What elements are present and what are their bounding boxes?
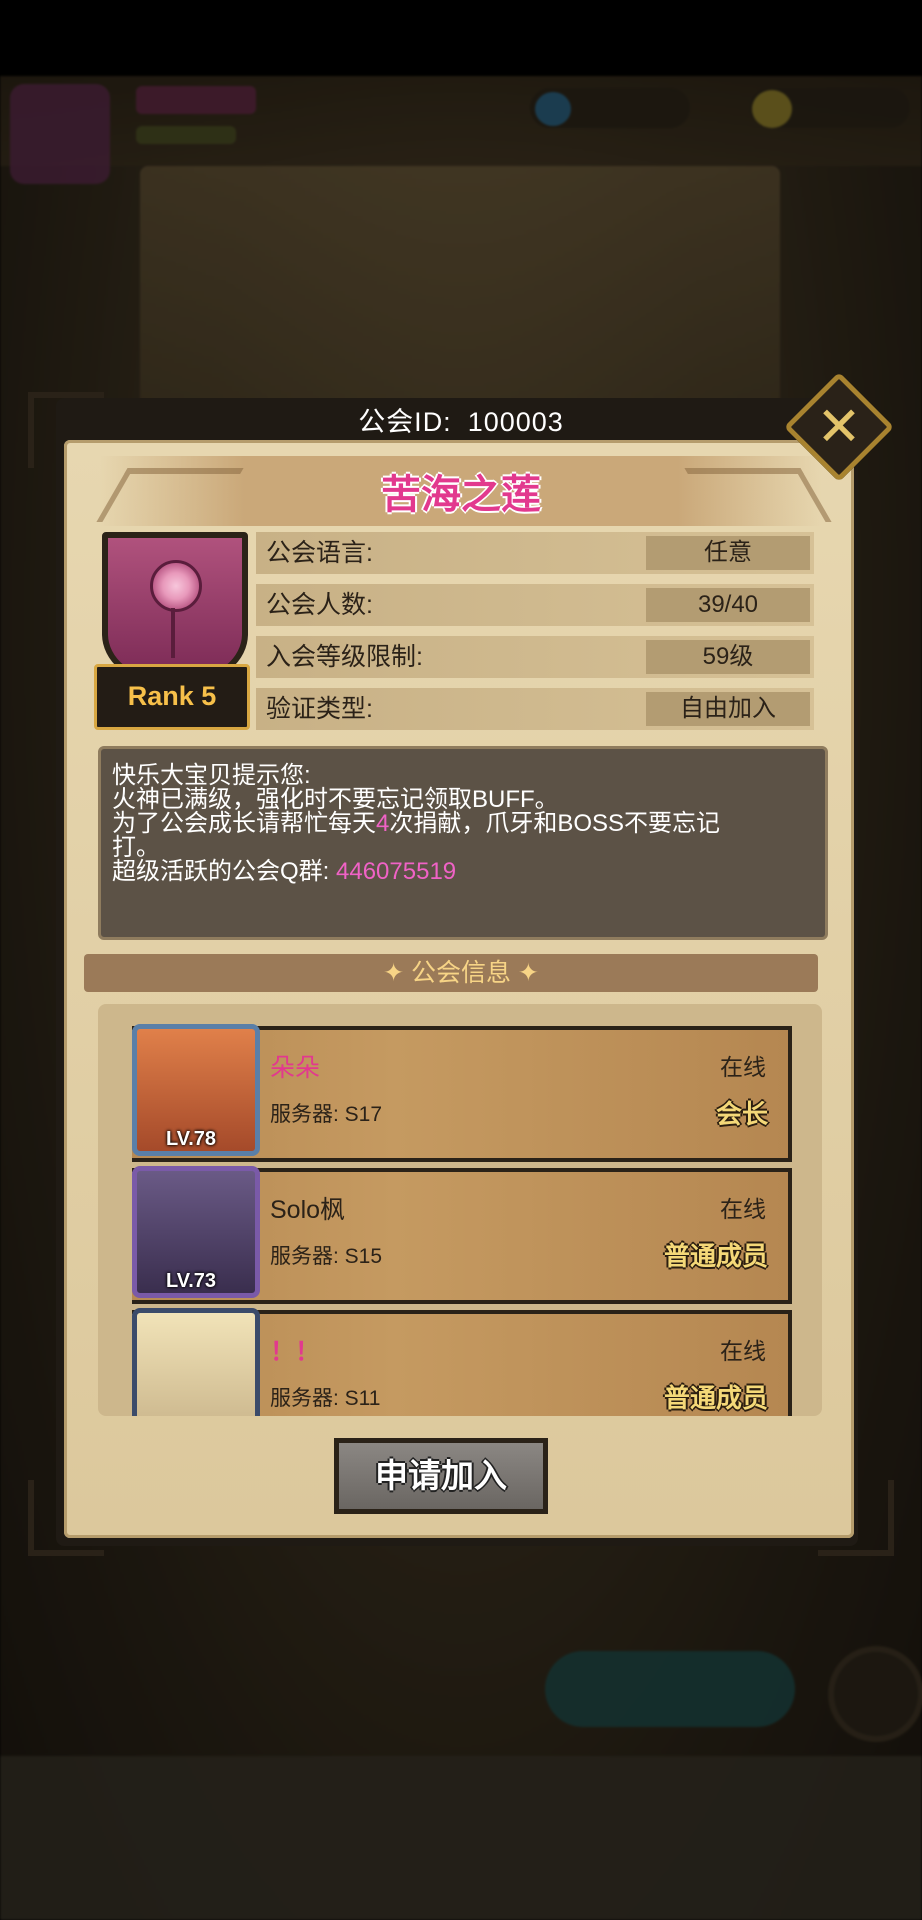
notice-text-part: 超级活跃的公会Q群: — [112, 858, 337, 885]
frame-corner-ornament — [28, 1480, 104, 1556]
guild-id-value: 100003 — [467, 407, 564, 437]
member-name: ！！ — [270, 1338, 321, 1366]
info-label: 公会语言: — [266, 539, 373, 567]
info-row-language: 公会语言: 任意 — [256, 532, 814, 574]
member-role: 普通成员 — [663, 1383, 768, 1413]
member-status: 在线 — [720, 1054, 766, 1080]
member-name: Solo枫 — [270, 1196, 346, 1224]
info-row-verify-type: 验证类型: 自由加入 — [256, 688, 814, 730]
info-value: 自由加入 — [646, 692, 810, 726]
notice-highlight-number: 4 — [376, 810, 390, 837]
member-server: 服务器: S15 — [270, 1245, 383, 1268]
member-name: 朵朵 — [270, 1054, 321, 1082]
member-server: 服务器: S17 — [270, 1103, 383, 1126]
member-server: 服务器: S11 — [270, 1387, 381, 1410]
member-avatar — [132, 1308, 260, 1416]
notice-line: 超级活跃的公会Q群: 446075519 — [112, 860, 812, 884]
member-row[interactable]: LV.78 朵朵 服务器: S17 在线 会长 — [132, 1024, 792, 1162]
info-row-level-limit: 入会等级限制: 59级 — [256, 636, 814, 678]
guild-notice-text: 快乐大宝贝提示您: 火神已满级，强化时不要忘记领取BUFF。 为了公会成长请帮忙… — [112, 764, 812, 884]
member-level: LV.78 — [166, 1128, 217, 1150]
notice-text-part: 为了公会成长请帮忙每天 — [112, 810, 376, 837]
member-list[interactable]: LV.78 朵朵 服务器: S17 在线 会长 LV.73 Solo枫 服务器:… — [98, 1004, 822, 1416]
info-row-members: 公会人数: 39/40 — [256, 584, 814, 626]
info-label: 入会等级限制: — [266, 643, 423, 671]
member-role: 会长 — [715, 1099, 768, 1129]
member-row[interactable]: LV.73 Solo枫 服务器: S15 在线 普通成员 — [132, 1166, 792, 1304]
member-role: 普通成员 — [663, 1241, 768, 1271]
guild-name: 苦海之莲 — [381, 473, 541, 517]
member-status: 在线 — [720, 1196, 766, 1222]
guild-id: 公会ID: 100003 — [0, 400, 922, 439]
member-status: 在线 — [720, 1338, 766, 1364]
rank-badge: Rank 5 — [94, 664, 250, 730]
info-label: 公会人数: — [266, 591, 373, 619]
notice-text-part: 次捐献，爪牙和BOSS不要忘记 — [389, 810, 721, 837]
info-value: 任意 — [646, 536, 810, 570]
rose-icon — [150, 560, 202, 612]
info-label: 验证类型: — [266, 695, 373, 723]
notice-qq-number: 446075519 — [336, 858, 457, 885]
rose-stem — [171, 608, 175, 658]
frame-corner-ornament — [818, 1480, 894, 1556]
apply-join-button[interactable]: 申请加入 — [334, 1438, 548, 1514]
member-row[interactable]: ！！ 服务器: S11 在线 普通成员 — [132, 1308, 792, 1416]
info-value: 39/40 — [646, 588, 810, 622]
guild-id-label: 公会ID: — [358, 407, 452, 437]
close-x-icon[interactable]: ✕ — [800, 388, 878, 466]
notice-line: 为了公会成长请帮忙每天4次捐献，爪牙和BOSS不要忘记 — [112, 812, 812, 836]
info-value: 59级 — [646, 640, 810, 674]
section-title: ✦ 公会信息 ✦ — [383, 959, 539, 987]
notice-line: 火神已满级，强化时不要忘记领取BUFF。 — [112, 786, 559, 813]
notice-line: 打。 — [112, 834, 160, 861]
notice-line: 快乐大宝贝提示您: — [112, 762, 311, 789]
member-level: LV.73 — [166, 1270, 217, 1292]
